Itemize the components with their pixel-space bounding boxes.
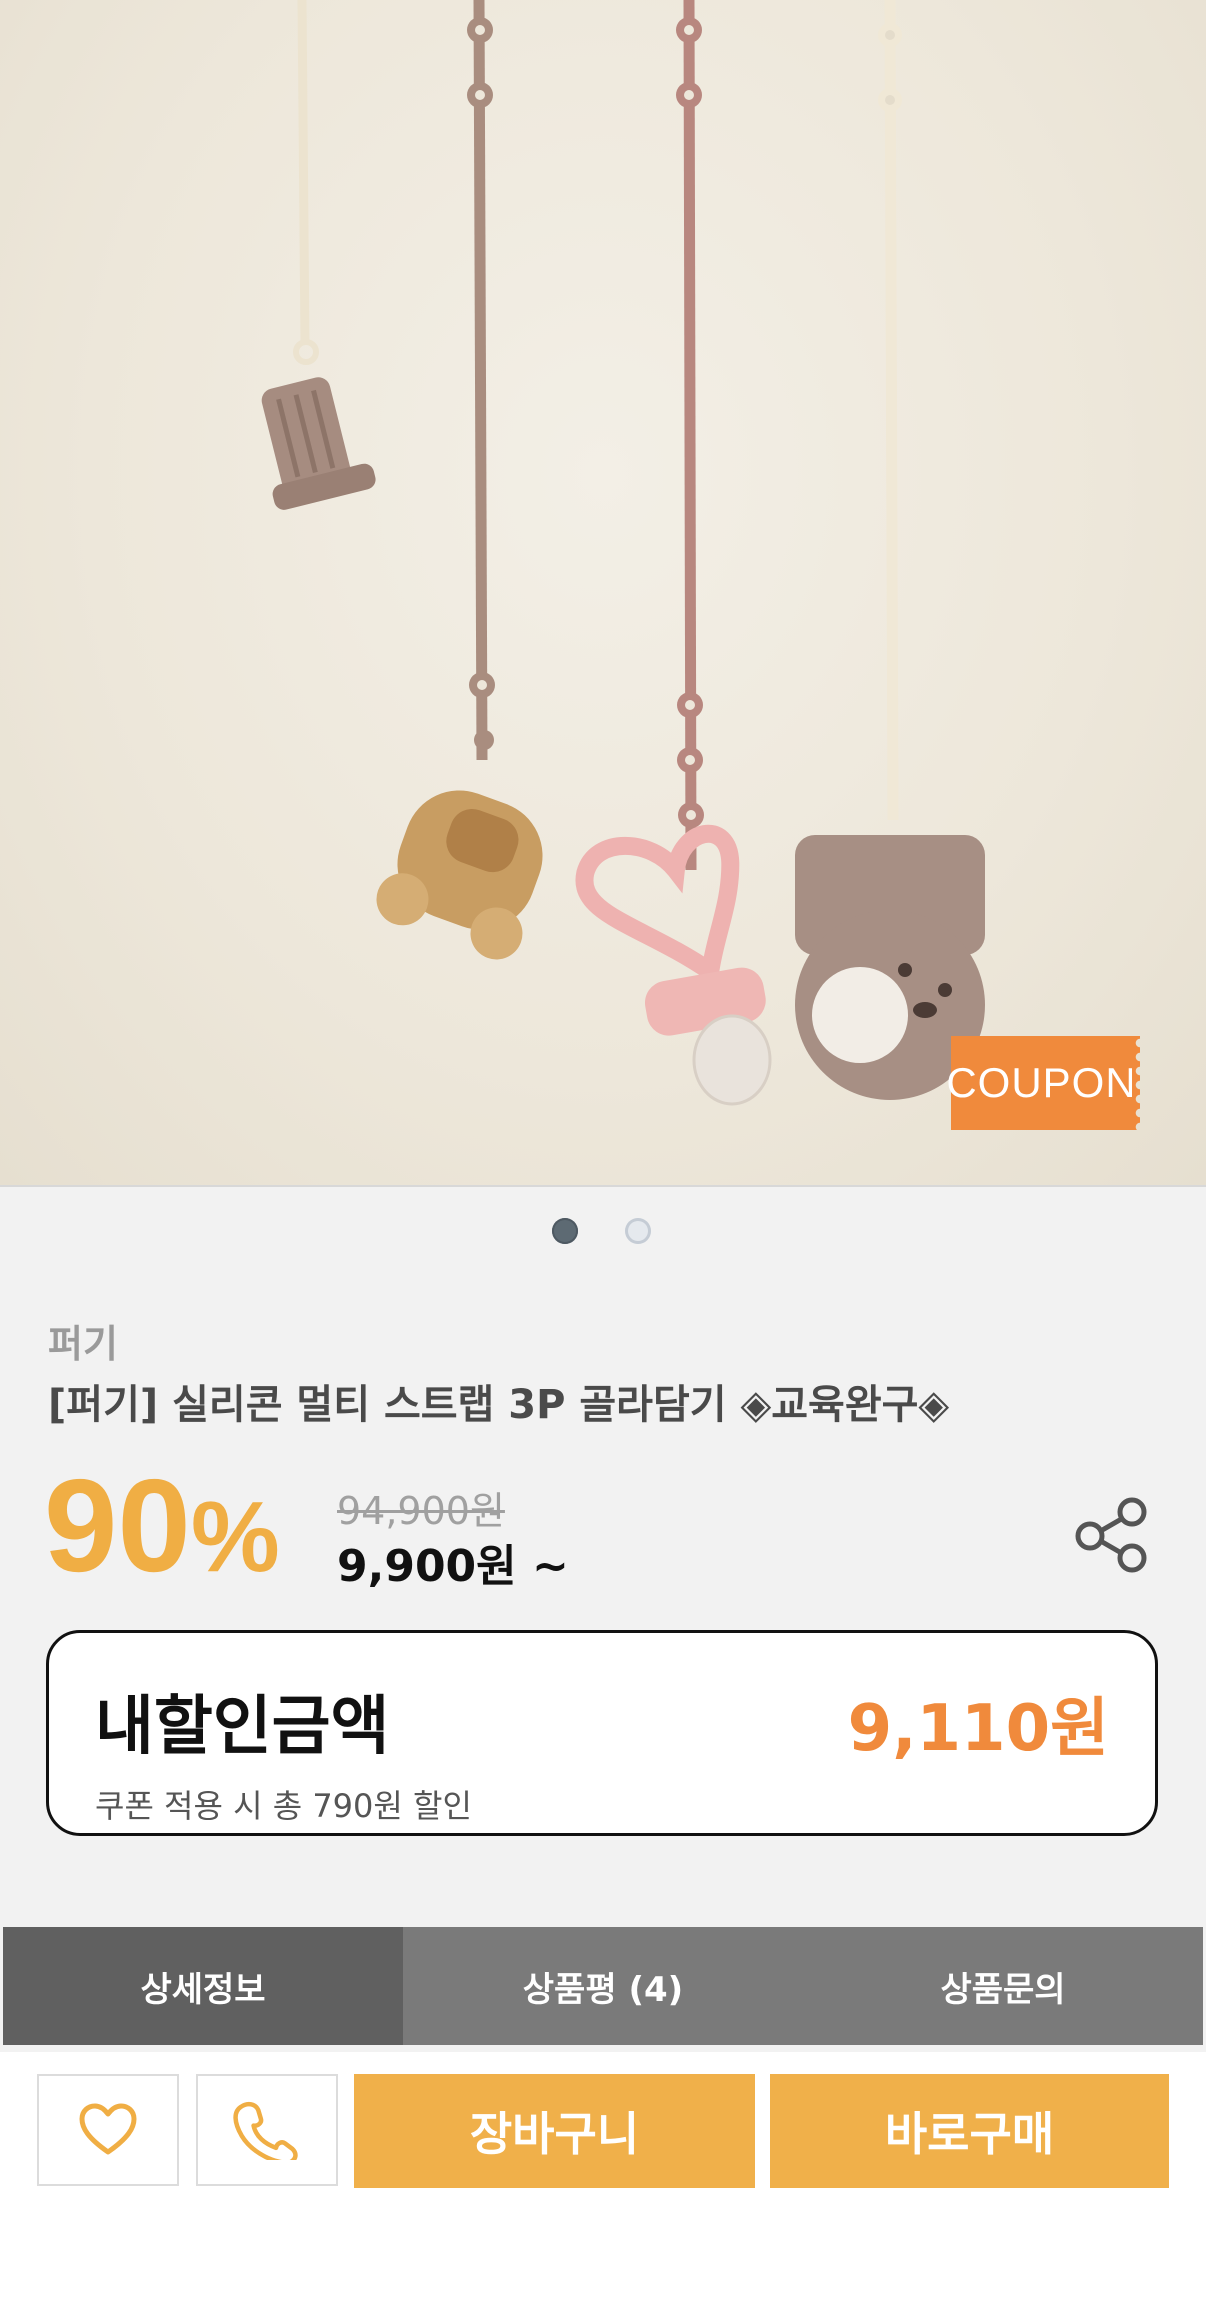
discount-number: 90 <box>44 1452 191 1599</box>
call-button[interactable] <box>196 2074 338 2186</box>
sale-price: 9,900원 ~ <box>337 1541 569 1592</box>
discount-symbol: % <box>190 1481 280 1593</box>
tab-inquiry[interactable]: 상품문의 <box>803 1927 1203 2045</box>
buy-now-button[interactable]: 바로구매 <box>770 2074 1169 2188</box>
tab-reviews[interactable]: 상품평 (4) <box>403 1927 803 2045</box>
wishlist-button[interactable] <box>37 2074 179 2186</box>
add-to-cart-button[interactable]: 장바구니 <box>354 2074 755 2188</box>
coupon-discount-note: 쿠폰 적용 시 총 790원 할인 <box>95 1787 472 1825</box>
my-discount-card: 내할인금액 9,110원 쿠폰 적용 시 총 790원 할인 <box>46 1630 1158 1836</box>
product-title: [퍼기] 실리콘 멀티 스트랩 3P 골라담기 ◈교육완구◈ <box>48 1382 950 1428</box>
pagination-dot[interactable] <box>625 1218 651 1244</box>
share-button[interactable] <box>1070 1492 1154 1576</box>
bottom-action-bar: 장바구니 바로구매 <box>0 2052 1206 2301</box>
my-discount-amount: 9,110원 <box>847 1692 1109 1766</box>
original-price: 94,900원 <box>337 1489 505 1533</box>
tab-details[interactable]: 상세정보 <box>3 1927 403 2045</box>
phone-icon <box>233 2101 298 2160</box>
pagination-dot-active[interactable] <box>552 1218 578 1244</box>
coupon-badge[interactable]: COUPON <box>946 1036 1140 1130</box>
share-icon <box>1075 1497 1147 1573</box>
product-photo <box>261 0 985 1106</box>
product-image[interactable]: COUPON <box>0 0 1206 1187</box>
image-pagination <box>0 1218 1206 1248</box>
discount-rate: 90% <box>44 1460 280 1592</box>
brand-name[interactable]: 퍼기 <box>48 1313 118 1368</box>
product-tabs: 상세정보 상품평 (4) 상품문의 <box>3 1927 1203 2045</box>
my-discount-label: 내할인금액 <box>95 1690 390 1764</box>
heart-icon <box>79 2103 137 2155</box>
